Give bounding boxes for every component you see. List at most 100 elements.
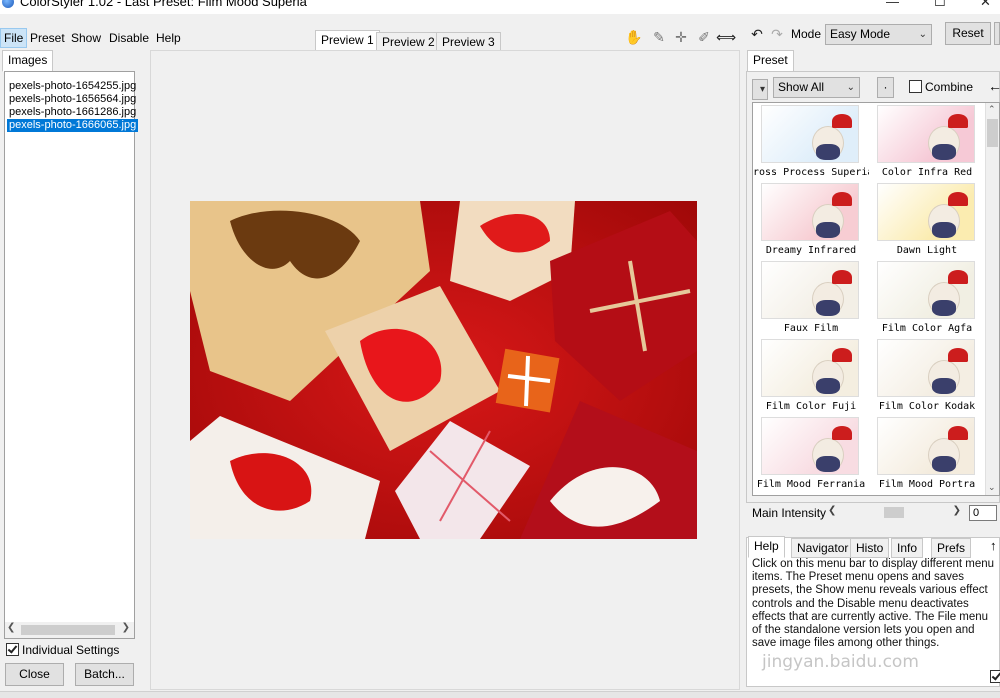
- sweater-icon: [816, 378, 840, 394]
- undo-icon[interactable]: ↶: [748, 25, 766, 43]
- preset-item[interactable]: ross Process Superia: [753, 103, 869, 181]
- preset-label: ross Process Superia: [753, 167, 869, 178]
- tab-preset[interactable]: Preset: [747, 50, 794, 72]
- intensity-slider[interactable]: ❮ ❯: [826, 505, 964, 520]
- preview-canvas[interactable]: [150, 50, 740, 690]
- sweater-icon: [932, 378, 956, 394]
- intensity-value-field[interactable]: 0: [969, 505, 997, 521]
- mode-select[interactable]: Easy Mode ⌄: [825, 24, 932, 45]
- santa-hat-icon: [832, 192, 852, 206]
- santa-hat-icon: [948, 114, 968, 128]
- preset-dot-button[interactable]: ·: [877, 77, 894, 98]
- preset-filter-select[interactable]: Show All ⌄: [773, 77, 860, 98]
- tab-prefs[interactable]: Prefs: [931, 538, 972, 558]
- menu-help[interactable]: Help: [153, 28, 184, 48]
- preset-thumbnail[interactable]: [877, 183, 975, 241]
- help-text: Click on this menu bar to display differ…: [752, 558, 995, 650]
- tab-images[interactable]: Images: [2, 50, 54, 72]
- status-bar: [0, 691, 1000, 698]
- preset-grid[interactable]: ross Process Superia Color Infra Red Dream…: [752, 102, 1000, 496]
- santa-hat-icon: [832, 270, 852, 284]
- santa-hat-icon: [832, 348, 852, 362]
- close-window-button[interactable]: ✕: [980, 0, 991, 10]
- preset-item[interactable]: Film Color Kodak: [869, 337, 985, 415]
- tab-navigator[interactable]: Navigator: [791, 538, 855, 558]
- preset-item[interactable]: Faux Film: [753, 259, 869, 337]
- preset-thumbnail[interactable]: [761, 339, 859, 397]
- combine-checkbox[interactable]: [909, 80, 922, 93]
- horizontal-scrollbar[interactable]: ❮ ❯: [5, 622, 134, 638]
- hand-icon[interactable]: ✋: [625, 28, 643, 46]
- menu-preset[interactable]: Preset: [27, 28, 68, 48]
- preset-item[interactable]: Film Mood Portra: [869, 415, 985, 493]
- preset-thumbnail[interactable]: [877, 105, 975, 163]
- preset-thumbnail[interactable]: [761, 105, 859, 163]
- preset-item[interactable]: Dawn Light: [869, 181, 985, 259]
- preset-item[interactable]: Film Color Agfa: [869, 259, 985, 337]
- scroll-up-icon[interactable]: ⌃: [988, 104, 996, 115]
- arrow-left-icon[interactable]: ←: [988, 78, 1000, 94]
- tab-preview-3[interactable]: Preview 3: [436, 32, 501, 52]
- individual-settings-checkbox[interactable]: [6, 643, 19, 656]
- eyedropper-icon[interactable]: ✎: [650, 28, 668, 46]
- preset-item[interactable]: Film Mood Ferrania: [753, 415, 869, 493]
- tab-preview-2[interactable]: Preview 2: [376, 32, 441, 52]
- arrow-up-icon[interactable]: ↑: [990, 538, 997, 553]
- santa-hat-icon: [948, 426, 968, 440]
- scroll-right-icon[interactable]: ❯: [122, 622, 130, 633]
- scroll-down-icon[interactable]: ⌄: [988, 482, 996, 493]
- preset-label: Film Color Agfa: [881, 323, 973, 334]
- file-item-selected[interactable]: pexels-photo-1666065.jpg: [7, 119, 139, 132]
- redo-icon[interactable]: ↷: [768, 25, 786, 43]
- preview-image[interactable]: [190, 201, 697, 539]
- crosshair-icon[interactable]: ✛: [672, 28, 690, 46]
- batch-button[interactable]: Batch...: [75, 663, 134, 686]
- slider-thumb[interactable]: [884, 507, 904, 518]
- preset-thumbnail[interactable]: [877, 417, 975, 475]
- menu-file[interactable]: File: [0, 28, 28, 48]
- watermark-text: jingyan.baidu.com: [762, 652, 919, 672]
- tab-histo[interactable]: Histo: [850, 538, 890, 558]
- preset-thumbnail[interactable]: [761, 183, 859, 241]
- individual-settings-label: Individual Settings: [22, 643, 120, 657]
- close-button[interactable]: Close: [5, 663, 64, 686]
- preset-label: Dawn Light: [896, 245, 958, 256]
- tab-help[interactable]: Help: [748, 536, 785, 558]
- file-item[interactable]: pexels-photo-1656564.jpg: [7, 93, 138, 106]
- maximize-button[interactable]: ☐: [934, 0, 946, 10]
- menu-show[interactable]: Show: [68, 28, 104, 48]
- split-icon[interactable]: ⟺: [716, 28, 736, 46]
- sweater-icon: [816, 222, 840, 238]
- scroll-thumb[interactable]: [21, 625, 115, 635]
- tab-info[interactable]: Info: [891, 538, 924, 558]
- slider-left-icon[interactable]: ❮: [828, 505, 836, 516]
- slider-right-icon[interactable]: ❯: [953, 505, 961, 516]
- image-list[interactable]: pexels-photo-1654255.jpg pexels-photo-16…: [4, 71, 139, 639]
- tab-preview-1[interactable]: Preview 1: [315, 30, 380, 52]
- santa-hat-icon: [832, 426, 852, 440]
- preset-item[interactable]: Film Color Fuji: [753, 337, 869, 415]
- preset-thumbnail[interactable]: [877, 261, 975, 319]
- preset-thumbnail[interactable]: [761, 261, 859, 319]
- reset-button[interactable]: Reset: [945, 22, 991, 45]
- minimize-button[interactable]: —: [886, 0, 899, 9]
- preset-thumbnail[interactable]: [877, 339, 975, 397]
- scroll-left-icon[interactable]: ❮: [7, 622, 15, 633]
- file-item[interactable]: pexels-photo-1661286.jpg: [7, 106, 138, 119]
- menu-disable[interactable]: Disable: [106, 28, 152, 48]
- title-bar: ColorStyler 1.02 - Last Preset: Film Moo…: [0, 0, 1000, 14]
- preset-item[interactable]: Color Infra Red: [869, 103, 985, 181]
- preset-scrollbar[interactable]: ⌃ ⌄: [985, 103, 999, 495]
- scroll-thumb[interactable]: [987, 119, 998, 147]
- chevron-down-icon: ⌄: [918, 29, 927, 40]
- brush-icon[interactable]: ✐: [695, 28, 713, 46]
- preset-item[interactable]: Dreamy Infrared: [753, 181, 869, 259]
- preset-menu-button[interactable]: ▾: [752, 79, 768, 100]
- reset-dropdown-button[interactable]: [994, 22, 1000, 45]
- santa-hat-icon: [948, 348, 968, 362]
- preset-label: Faux Film: [783, 323, 839, 334]
- preset-label: Film Mood Ferrania: [756, 479, 866, 490]
- bottom-checkbox[interactable]: [990, 670, 1000, 683]
- file-item[interactable]: pexels-photo-1654255.jpg: [7, 80, 138, 93]
- preset-thumbnail[interactable]: [761, 417, 859, 475]
